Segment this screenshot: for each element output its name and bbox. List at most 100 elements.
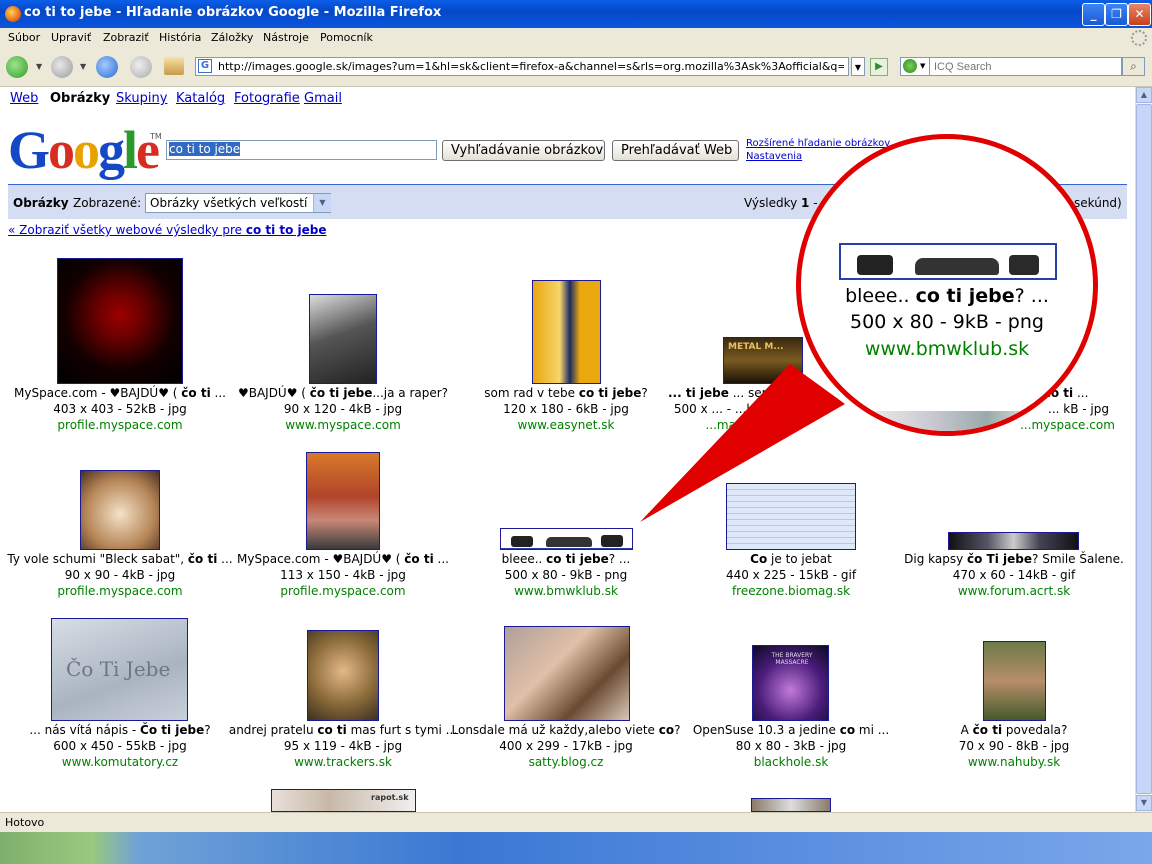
result-info: 113 x 150 - 4kB - jpg (280, 568, 406, 582)
result-thumbnail[interactable]: Čo Ti Jebe (51, 618, 188, 721)
minimize-button[interactable]: _ (1082, 3, 1105, 26)
result-info: 70 x 90 - 8kB - jpg (958, 739, 1070, 753)
result-thumbnail[interactable]: METAL M... (723, 337, 803, 384)
result-thumbnail[interactable] (500, 528, 633, 550)
result-site[interactable]: profile.myspace.com (0, 583, 240, 599)
result-site[interactable]: www.forum.acrt.sk (894, 583, 1134, 599)
search-web-button[interactable]: Prehľadávať Web (612, 140, 739, 161)
result-site[interactable]: blackhole.sk (671, 754, 911, 770)
scroll-down-icon[interactable]: ▼ (1136, 795, 1152, 811)
search-engine-selector[interactable]: ▼ (900, 57, 930, 76)
activity-throbber-icon (1131, 30, 1147, 46)
result-thumbnail[interactable] (309, 294, 377, 384)
result-info: 500 x 80 - 9kB - png (504, 568, 628, 582)
result-title[interactable]: MySpace.com - ♥BAJDÚ♥ ( čo ti ... (223, 551, 463, 567)
result-title[interactable]: MySpace.com - ♥BAJDÚ♥ ( čo ti ... (0, 385, 240, 401)
result-site[interactable]: www.easynet.sk (446, 417, 686, 433)
settings-link[interactable]: Nastavenia (746, 151, 802, 162)
status-text: Hotovo (5, 816, 45, 829)
result-title[interactable]: andrej pratelu co ti mas furt s tymi ... (223, 722, 463, 738)
vertical-scrollbar[interactable]: ▲ ▼ (1135, 87, 1152, 812)
result-info: 95 x 119 - 4kB - jpg (283, 739, 403, 753)
search-images-button[interactable]: Vyhľadávanie obrázkov (442, 140, 605, 161)
menu-file[interactable]: Súbor (8, 31, 40, 44)
result-site[interactable]: www.myspace.com (223, 417, 463, 433)
scroll-up-icon[interactable]: ▲ (1136, 87, 1152, 103)
stop-icon[interactable] (130, 56, 152, 78)
forward-dropdown-icon[interactable]: ▼ (80, 62, 86, 71)
result-site[interactable]: profile.myspace.com (0, 417, 240, 433)
scrollbar-thumb[interactable] (1136, 104, 1152, 794)
advanced-image-search-link[interactable]: Rozšírené hľadanie obrázkov (746, 138, 890, 149)
result-thumbnail[interactable] (532, 280, 601, 384)
result-title[interactable]: A čo ti povedala? (894, 722, 1134, 738)
result-info: 120 x 180 - 6kB - jpg (503, 402, 629, 416)
back-dropdown-icon[interactable]: ▼ (36, 62, 42, 71)
result-thumbnail[interactable] (80, 470, 160, 550)
result-title[interactable]: som rad v tebe co ti jebe? (446, 385, 686, 401)
result-title[interactable]: Lonsdale má už každy,alebo viete co? (446, 722, 686, 738)
google-logo[interactable]: Google (8, 120, 160, 180)
gnav-catalog[interactable]: Katalóg (176, 91, 225, 106)
result-thumbnail[interactable]: rapot.sk (271, 789, 416, 812)
show-all-web-results-link[interactable]: « Zobraziť všetky webové výsledky pre co… (8, 223, 327, 237)
menu-help[interactable]: Pomocník (320, 31, 373, 44)
search-query-text[interactable]: co ti to jebe (169, 142, 241, 156)
back-arrow-icon[interactable] (6, 56, 28, 78)
home-icon[interactable] (164, 57, 184, 75)
url-text[interactable]: http://images.google.sk/images?um=1&hl=s… (218, 60, 844, 73)
result-thumbnail[interactable] (948, 532, 1079, 550)
results-time: sekúnd) (1074, 196, 1122, 210)
menu-bookmarks[interactable]: Záložky (211, 31, 253, 44)
result-site[interactable]: freezone.biomag.sk (671, 583, 911, 599)
browser-search-input[interactable] (929, 57, 1122, 76)
result-site[interactable]: www.bmwklub.sk (446, 583, 686, 599)
result-title[interactable]: ... nás vítá nápis - Čo ti jebe? (0, 722, 240, 738)
result-title[interactable]: ... ti jebe ... services ... (668, 385, 798, 401)
result-site[interactable]: satty.blog.cz (446, 754, 686, 770)
go-arrow-icon[interactable]: ▶ (870, 58, 888, 76)
result-thumbnail[interactable] (307, 630, 379, 721)
result-thumbnail[interactable] (983, 641, 1046, 721)
gnav-groups[interactable]: Skupiny (116, 91, 167, 106)
image-search-input[interactable]: co ti to jebe (166, 140, 437, 160)
image-size-select[interactable]: Obrázky všetkých veľkostí (145, 193, 331, 213)
search-magnifier-icon[interactable]: ⌕ (1122, 57, 1145, 76)
result-info: 500 x ... - ...kB - jpg (673, 402, 793, 416)
result-thumbnail[interactable] (504, 626, 630, 721)
result-title[interactable]: ♥BAJDÚ♥ ( čo ti jebe...ja a raper? (223, 385, 463, 401)
magnified-site: www.bmwklub.sk (864, 338, 1030, 360)
result-thumbnail[interactable] (57, 258, 183, 384)
url-history-dropdown-icon[interactable]: ▼ (851, 57, 865, 76)
menu-view[interactable]: Zobraziť (103, 31, 149, 44)
result-title[interactable]: Dig kapsy čo Ti jebe? Smile Šalene. (894, 551, 1134, 567)
result-thumbnail[interactable] (726, 483, 856, 550)
result-site[interactable]: www.nahuby.sk (894, 754, 1134, 770)
magnified-title: bleee.. co ti jebe? ... (845, 285, 1049, 307)
gnav-gmail[interactable]: Gmail (304, 91, 342, 106)
result-site[interactable]: profile.myspace.com (223, 583, 463, 599)
result-title[interactable]: Co je to jebat (671, 551, 911, 567)
select-dropdown-icon[interactable]: ▼ (313, 194, 331, 212)
thumbnail-text: THE BRAVERY MASSACRE (771, 652, 813, 666)
result-site[interactable]: www.trackers.sk (223, 754, 463, 770)
url-bar[interactable]: G http://images.google.sk/images?um=1&hl… (195, 57, 849, 76)
reload-icon[interactable] (96, 56, 118, 78)
magnified-thumbnail (839, 243, 1057, 280)
menu-tools[interactable]: Nástroje (263, 31, 309, 44)
gnav-web[interactable]: Web (10, 91, 38, 106)
maximize-button[interactable]: ❐ (1105, 3, 1128, 26)
result-site[interactable]: www.komutatory.cz (0, 754, 240, 770)
result-title[interactable]: bleee.. co ti jebe? ... (446, 551, 686, 567)
menu-history[interactable]: História (159, 31, 201, 44)
gnav-photos[interactable]: Fotografie (234, 91, 300, 106)
result-thumbnail[interactable] (306, 452, 380, 550)
result-title[interactable]: OpenSuse 10.3 a jedine co mi ... (671, 722, 911, 738)
menu-edit[interactable]: Upraviť (51, 31, 91, 44)
close-button[interactable]: ✕ (1128, 3, 1151, 26)
result-title[interactable]: Ty vole schumi "Bleck sabat", čo ti ... (0, 551, 240, 567)
result-site[interactable]: ...mag.sk (668, 417, 798, 433)
result-thumbnail[interactable]: THE BRAVERY MASSACRE (752, 645, 829, 721)
result-thumbnail[interactable] (751, 798, 831, 812)
forward-arrow-icon[interactable] (51, 56, 73, 78)
